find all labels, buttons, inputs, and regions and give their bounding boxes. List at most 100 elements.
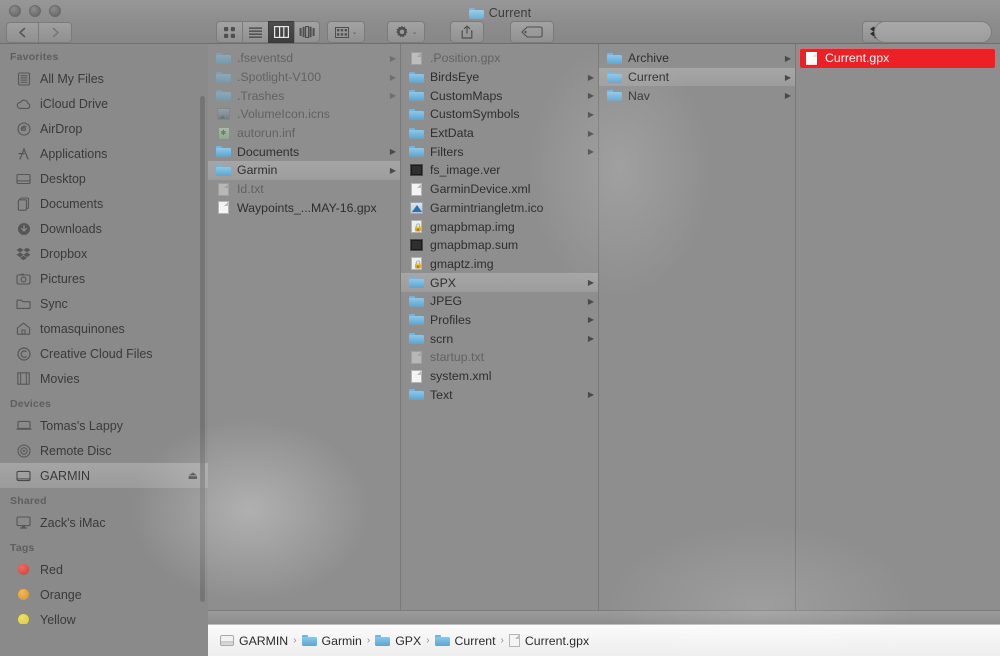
file-row[interactable]: .Spotlight-V100 ▶ bbox=[208, 68, 400, 87]
folder-icon bbox=[409, 89, 424, 103]
folder-icon bbox=[409, 313, 424, 327]
action-button[interactable]: ⌄ bbox=[387, 21, 425, 43]
arrange-button[interactable]: ⌄ bbox=[327, 21, 365, 43]
file-row[interactable]: ExtData ▶ bbox=[401, 124, 598, 143]
breadcrumb-current-gpx[interactable]: Current.gpx bbox=[508, 634, 589, 648]
sidebar-item-pictures[interactable]: Pictures bbox=[0, 266, 208, 291]
column-current-folder[interactable]: Current.gpx || bbox=[796, 44, 999, 624]
file-row[interactable]: fs_image.ver bbox=[401, 161, 598, 180]
airdrop-icon bbox=[15, 121, 32, 136]
file-row[interactable]: Current ▶ bbox=[599, 67, 795, 87]
document-icon bbox=[508, 634, 520, 647]
sidebar-item-tomasquinones[interactable]: tomasquinones bbox=[0, 316, 208, 341]
disclosure-arrow-icon: ▶ bbox=[389, 91, 396, 101]
file-row[interactable]: .VolumeIcon.icns bbox=[208, 105, 400, 124]
file-row[interactable]: .Position.gpx bbox=[401, 49, 598, 68]
sidebar-item-tag-orange[interactable]: Orange bbox=[0, 582, 208, 607]
sidebar-item-creative-cloud-files[interactable]: Creative Cloud Files bbox=[0, 341, 208, 366]
file-row[interactable]: gmapbmap.sum bbox=[401, 236, 598, 255]
share-button[interactable] bbox=[450, 21, 484, 43]
eject-icon[interactable]: ⏏ bbox=[188, 469, 198, 482]
sidebar-item-remote-disc[interactable]: Remote Disc bbox=[0, 438, 208, 463]
file-name: scrn bbox=[430, 331, 454, 346]
file-row[interactable]: Filters ▶ bbox=[401, 142, 598, 161]
sidebar-item-sync[interactable]: Sync bbox=[0, 291, 208, 316]
file-row[interactable]: Waypoints_...MAY-16.gpx bbox=[208, 199, 400, 218]
file-row[interactable]: CustomSymbols ▶ bbox=[401, 105, 598, 124]
sidebar-item-applications[interactable]: Applications bbox=[0, 141, 208, 166]
back-button[interactable] bbox=[6, 22, 39, 43]
file-row[interactable]: Garmin ▶ bbox=[208, 161, 400, 180]
file-row[interactable]: BirdsEye ▶ bbox=[401, 68, 598, 87]
chevron-right-icon bbox=[52, 27, 59, 38]
binary-file-icon bbox=[409, 163, 424, 177]
sidebar-item-downloads[interactable]: Downloads bbox=[0, 216, 208, 241]
chevron-down-icon: ⌄ bbox=[351, 29, 358, 36]
document-icon bbox=[804, 51, 819, 65]
file-row[interactable]: JPEG ▶ bbox=[401, 292, 598, 311]
remote-disc-icon bbox=[15, 443, 32, 458]
file-row[interactable]: startup.txt bbox=[401, 348, 598, 367]
disclosure-arrow-icon: ▶ bbox=[587, 278, 594, 288]
sidebar-item-tag-red[interactable]: Red bbox=[0, 557, 208, 582]
breadcrumb-current[interactable]: Current bbox=[434, 634, 496, 648]
document-icon bbox=[216, 201, 231, 215]
coverflow-view-button[interactable] bbox=[294, 21, 320, 43]
file-row[interactable]: Archive ▶ bbox=[599, 49, 795, 68]
columns-icon bbox=[274, 26, 289, 38]
file-row[interactable]: gmapbmap.img bbox=[401, 217, 598, 236]
file-row[interactable]: Documents ▶ bbox=[208, 142, 400, 161]
sidebar-item-icloud-drive[interactable]: iCloud Drive bbox=[0, 91, 208, 116]
file-row[interactable]: Nav ▶ bbox=[599, 86, 795, 105]
file-row[interactable]: Profiles ▶ bbox=[401, 311, 598, 330]
file-row[interactable]: scrn ▶ bbox=[401, 329, 598, 348]
file-row[interactable]: system.xml bbox=[401, 367, 598, 386]
file-row[interactable]: GPX ▶ bbox=[401, 273, 598, 292]
file-row[interactable]: Id.txt bbox=[208, 180, 400, 199]
folder-icon bbox=[216, 89, 231, 103]
file-row[interactable]: Garmintriangletm.ico bbox=[401, 199, 598, 218]
file-row[interactable]: GarminDevice.xml bbox=[401, 180, 598, 199]
forward-button[interactable] bbox=[39, 22, 72, 43]
file-row[interactable]: gmaptz.img bbox=[401, 255, 598, 274]
sidebar-item-movies[interactable]: Movies bbox=[0, 366, 208, 391]
sidebar-item-all-my-files[interactable]: All My Files bbox=[0, 66, 208, 91]
sidebar-item-airdrop[interactable]: AirDrop bbox=[0, 116, 208, 141]
breadcrumb-garmin-folder[interactable]: Garmin bbox=[301, 634, 362, 648]
sidebar-item-tomass-lappy[interactable]: Tomas's Lappy bbox=[0, 413, 208, 438]
icon-view-button[interactable] bbox=[216, 21, 242, 43]
breadcrumb-gpx[interactable]: GPX bbox=[375, 634, 421, 648]
file-name: .Position.gpx bbox=[430, 51, 501, 66]
file-row[interactable]: CustomMaps ▶ bbox=[401, 86, 598, 105]
navigation-buttons bbox=[6, 22, 72, 43]
folder-icon bbox=[434, 635, 450, 646]
search-input[interactable] bbox=[874, 21, 992, 43]
sidebar-item-dropbox[interactable]: Dropbox bbox=[0, 241, 208, 266]
file-name: startup.txt bbox=[430, 350, 484, 365]
column-garmin-root[interactable]: .fseventsd ▶ .Spotlight-V100 ▶ .Trashes … bbox=[208, 44, 401, 624]
column-garmin-folder[interactable]: .Position.gpx BirdsEye ▶ CustomMaps ▶ Cu… bbox=[401, 44, 599, 624]
sidebar-item-garmin[interactable]: GARMIN ⏏ bbox=[0, 463, 208, 488]
applications-icon bbox=[15, 146, 32, 161]
tag-button[interactable] bbox=[510, 21, 554, 43]
breadcrumb-garmin[interactable]: GARMIN bbox=[220, 634, 288, 648]
file-name: fs_image.ver bbox=[430, 163, 501, 178]
window-titlebar: Current ⌄ ⌄ bbox=[0, 0, 1000, 44]
sidebar-scrollbar[interactable] bbox=[200, 96, 205, 602]
column-browser: .fseventsd ▶ .Spotlight-V100 ▶ .Trashes … bbox=[208, 44, 1000, 624]
file-row[interactable]: .fseventsd ▶ bbox=[208, 49, 400, 68]
column-view-button[interactable] bbox=[268, 21, 294, 43]
sidebar-item-desktop[interactable]: Desktop bbox=[0, 166, 208, 191]
file-row[interactable]: autorun.inf bbox=[208, 124, 400, 143]
sidebar-item-documents[interactable]: Documents bbox=[0, 191, 208, 216]
file-row[interactable]: Current.gpx bbox=[800, 49, 995, 68]
sidebar[interactable]: Favorites All My Files iCloud Drive AirD… bbox=[0, 44, 208, 656]
document-icon bbox=[409, 369, 424, 383]
file-name: Filters bbox=[430, 144, 464, 159]
file-row[interactable]: Text ▶ bbox=[401, 385, 598, 404]
column-gpx-folder[interactable]: Archive ▶ Current ▶ Nav ▶ || bbox=[599, 44, 796, 624]
list-view-button[interactable] bbox=[242, 21, 268, 43]
file-name: Garmintriangletm.ico bbox=[430, 200, 544, 215]
sidebar-item-zacks-imac[interactable]: Zack's iMac bbox=[0, 510, 208, 535]
file-row[interactable]: .Trashes ▶ bbox=[208, 86, 400, 105]
